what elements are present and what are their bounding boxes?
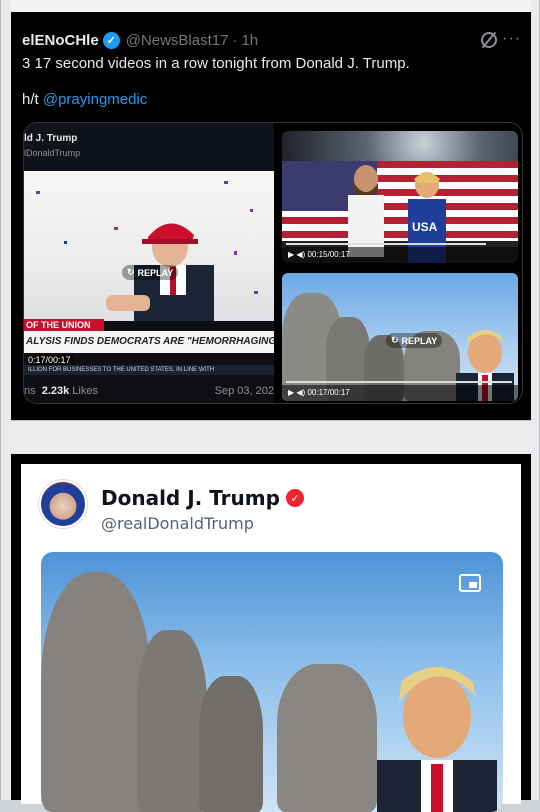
left-video-timestamp: 0:17/00:17 (26, 355, 73, 365)
screen-frame: elENoCHle ✓ @NewsBlast17 · 1h ··· 3 17 s… (0, 0, 540, 812)
right-replay-label: REPLAY (401, 335, 438, 346)
truth-post-card: Donald J. Trump ✓ @realDonaldTrump (21, 464, 521, 812)
more-options-icon[interactable]: ··· (502, 30, 521, 48)
lower-third-tag: OF THE UNION (24, 319, 104, 331)
tweet-hat-tip: h/t @prayingmedic (22, 91, 147, 108)
likes-prefix: ns (24, 385, 36, 397)
left-video-ticker: ILLION FOR BUSINESSES TO THE UNITED STAT… (24, 365, 274, 375)
left-video-account-name: ld J. Trump (24, 133, 78, 144)
tweet-text: 3 17 second videos in a row tonight from… (22, 55, 410, 72)
mention-link[interactable]: @prayingmedic (43, 91, 147, 108)
lower-third-headline: ALYSIS FINDS DEMOCRATS ARE "HEMORRHAGING… (24, 331, 274, 353)
right-bottom-video[interactable]: ↻ REPLAY ▶ ◀) 00:17/00:17 (282, 273, 518, 401)
post2-handle[interactable]: @realDonaldTrump (101, 514, 254, 533)
rushmore-washington-large (41, 572, 151, 812)
avatar[interactable] (39, 480, 87, 528)
left-video-header: ld J. Trump lDonaldTrump (24, 123, 274, 171)
rushmore-roosevelt-large (199, 676, 263, 812)
post2-media[interactable] (41, 552, 503, 812)
truth-social-post[interactable]: Donald J. Trump ✓ @realDonaldTrump (11, 454, 531, 812)
rushmore-jefferson-large (137, 630, 207, 812)
hat-tip-label: h/t (22, 91, 39, 108)
right-bottom-controls: ▶ ◀) 00:17/00:17 (282, 385, 518, 401)
usa-shirt-text: USA (412, 220, 438, 234)
verified-badge-icon: ✓ (102, 32, 120, 49)
confetti (36, 181, 258, 294)
tweet-media-grid[interactable]: ld J. Trump lDonaldTrump ↻ REPLAY OF THE… (23, 122, 523, 404)
volume-icon-2[interactable]: ◀) (296, 388, 305, 397)
right-top-controls: ▶ ◀) 00:15/00:17 (282, 247, 518, 263)
play-icon[interactable]: ▶ (288, 250, 294, 259)
likes-label: Likes (72, 385, 98, 397)
left-video-frame: ↻ REPLAY (24, 171, 274, 321)
grok-icon[interactable] (481, 32, 497, 48)
left-likes: ns 2.23k Likes (24, 385, 98, 397)
separator-dot: · (232, 32, 238, 49)
trump-portrait-large (377, 667, 497, 812)
tweet-card[interactable]: elENoCHle ✓ @NewsBlast17 · 1h ··· 3 17 s… (11, 12, 531, 420)
right-top-video[interactable]: USA ▶ ◀) 00:15/00:17 (282, 131, 518, 263)
replay-icon-2: ↻ (391, 335, 399, 345)
post2-display-name[interactable]: Donald J. Trump (101, 486, 280, 510)
expand-media-icon[interactable] (459, 574, 481, 592)
left-video-account-handle: lDonaldTrump (24, 148, 81, 158)
likes-count: 2.23k (41, 385, 70, 397)
play-icon-2[interactable]: ▶ (288, 388, 294, 397)
right-bottom-timestamp: 00:17/00:17 (307, 388, 350, 397)
left-video[interactable]: ld J. Trump lDonaldTrump ↻ REPLAY OF THE… (24, 123, 274, 403)
volume-icon[interactable]: ◀) (296, 250, 305, 259)
tweet-header: elENoCHle ✓ @NewsBlast17 · 1h (22, 32, 258, 49)
right-top-progress[interactable] (286, 243, 486, 245)
tweet-time[interactable]: 1h (241, 32, 258, 49)
tweet-handle[interactable]: @NewsBlast17 (126, 32, 229, 49)
verified-check-icon: ✓ (285, 489, 304, 507)
post2-header: Donald J. Trump ✓ (101, 486, 304, 510)
right-bottom-progress[interactable] (286, 381, 512, 383)
left-video-footer: ns 2.23k Likes Sep 03, 202 (24, 381, 274, 401)
section-divider (11, 420, 531, 454)
bearded-man-figure (348, 165, 384, 257)
left-video-date: Sep 03, 202 (214, 385, 274, 397)
tweet-display-name[interactable]: elENoCHle (22, 32, 99, 49)
top-strip (11, 0, 531, 12)
rushmore-lincoln-large (277, 664, 377, 812)
right-top-timestamp: 00:15/00:17 (307, 250, 350, 259)
right-replay-button[interactable]: ↻ REPLAY (386, 333, 443, 348)
